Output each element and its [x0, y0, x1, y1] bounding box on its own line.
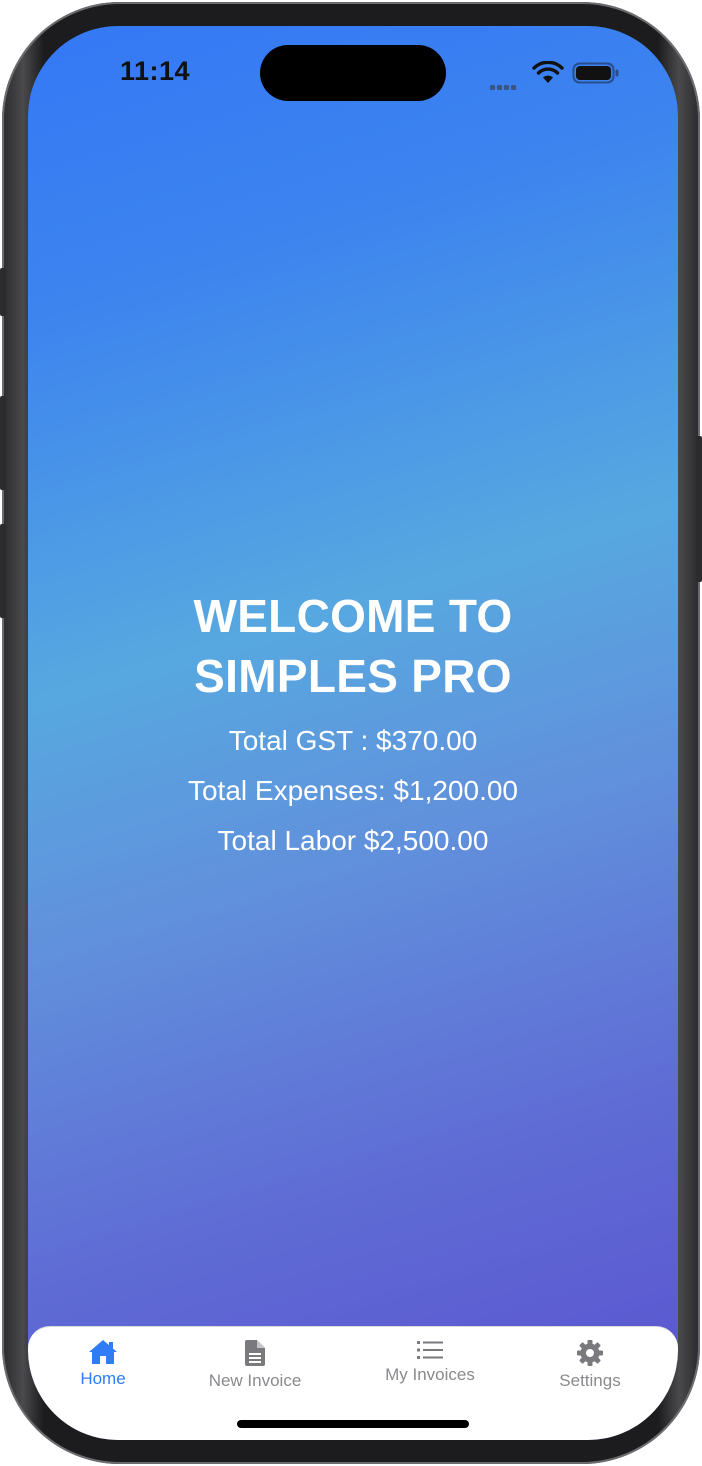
tab-settings[interactable]: Settings	[515, 1339, 665, 1391]
battery-icon	[572, 62, 619, 84]
tab-my-invoices-label: My Invoices	[385, 1365, 475, 1384]
welcome-title-line-1: WELCOME TO	[193, 590, 513, 642]
welcome-section: WELCOME TO SIMPLES PRO Total GST : $370.…	[28, 586, 678, 866]
total-gst: Total GST : $370.00	[228, 725, 478, 756]
total-labor: Total Labor $2,500.00	[217, 825, 489, 856]
app-screen: 11:14 WELCOME TO SIMPLES PRO Total GST :…	[28, 26, 678, 1440]
status-time: 11:14	[120, 56, 191, 86]
tab-new-invoice[interactable]: New Invoice	[180, 1339, 330, 1391]
list-icon	[417, 1341, 443, 1359]
gear-icon	[577, 1340, 603, 1366]
volume-up-button	[0, 396, 6, 490]
tab-home-label: Home	[80, 1369, 126, 1388]
tab-settings-label: Settings	[559, 1371, 621, 1390]
tab-home[interactable]: Home	[28, 1339, 178, 1389]
action-button	[0, 268, 6, 316]
house-icon	[89, 1340, 117, 1364]
totals-list: Total GST : $370.00 Total Expenses: $1,2…	[28, 716, 678, 866]
volume-down-button	[0, 524, 6, 618]
device-stage: 11:14 WELCOME TO SIMPLES PRO Total GST :…	[0, 0, 702, 1466]
tab-my-invoices[interactable]: My Invoices	[355, 1339, 505, 1385]
total-expenses: Total Expenses: $1,200.00	[187, 775, 518, 806]
dynamic-island	[260, 45, 446, 101]
tab-new-invoice-label: New Invoice	[208, 1371, 302, 1390]
wifi-icon	[532, 61, 564, 83]
power-button	[696, 436, 702, 582]
document-icon	[245, 1340, 265, 1366]
cellular-signal-icon	[490, 77, 520, 90]
welcome-title-line-2: SIMPLES PRO	[194, 650, 512, 702]
home-indicator	[237, 1420, 469, 1428]
status-bar: 11:14	[28, 26, 678, 122]
